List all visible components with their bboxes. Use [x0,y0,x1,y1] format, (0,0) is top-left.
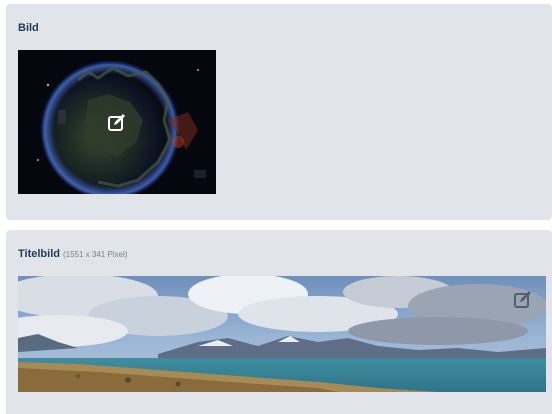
image-section-title: Bild [18,22,39,34]
cover-image-section-title: Titelbild (1551 x 341 Pixel) [18,248,127,260]
image-section-panel: Bild [6,4,552,220]
cover-image-section-panel: Titelbild (1551 x 341 Pixel) [6,230,552,414]
cover-image-title-text: Titelbild [18,248,60,260]
edit-cover-image-icon[interactable] [512,288,534,310]
cover-image[interactable] [18,276,546,392]
landscape-artwork [18,276,546,392]
cover-image-dimensions: (1551 x 341 Pixel) [62,250,128,259]
edit-image-icon[interactable] [106,111,128,133]
profile-image[interactable] [18,50,216,194]
